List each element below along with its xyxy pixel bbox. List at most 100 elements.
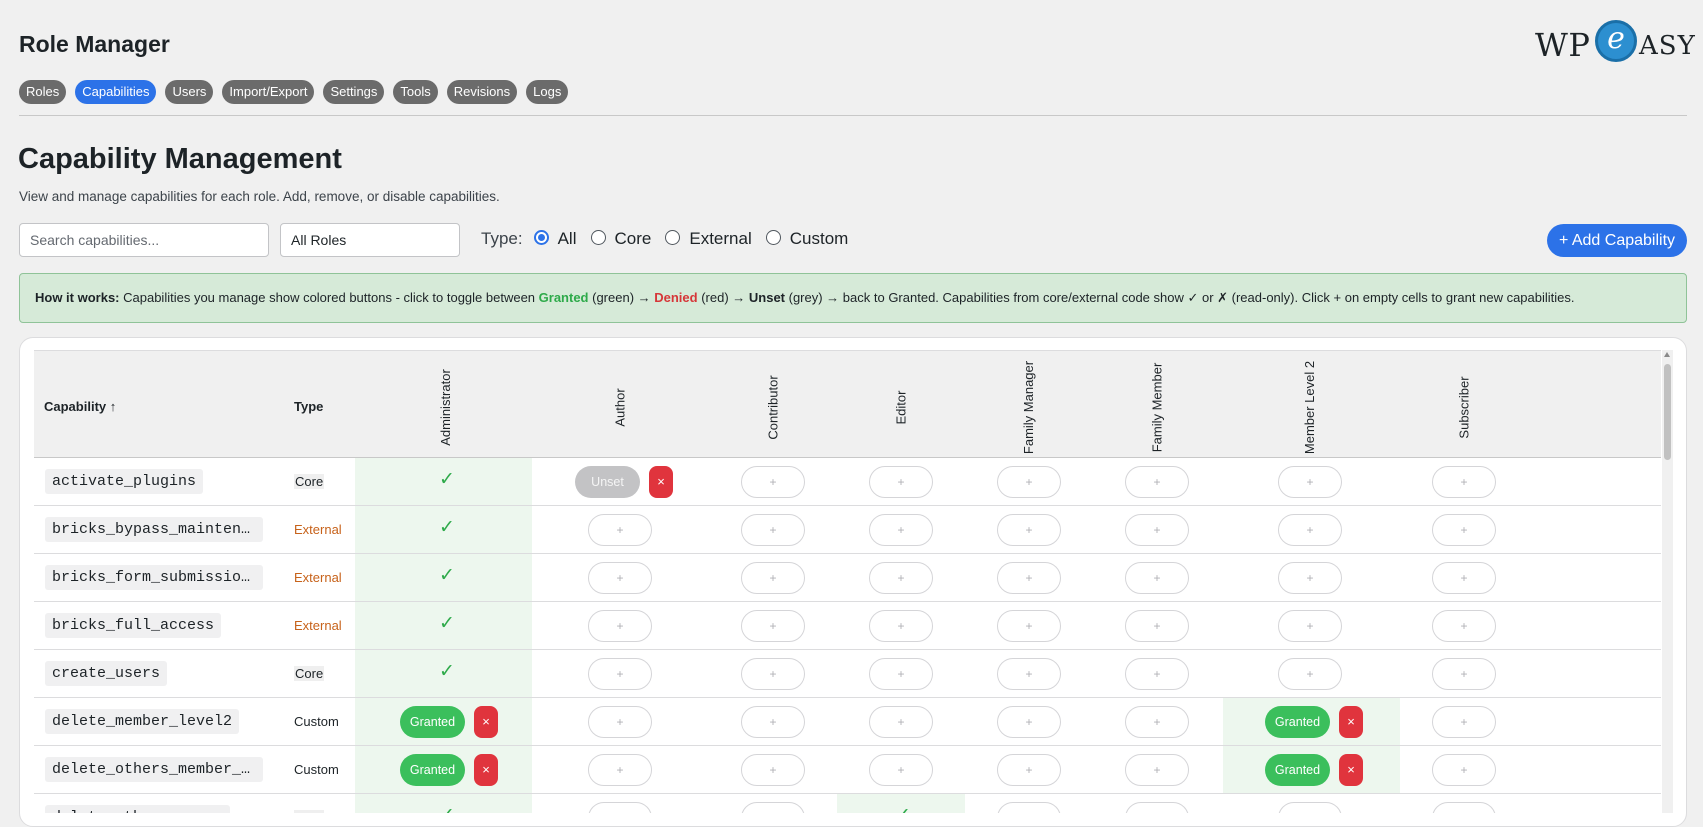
grant-family-manager-button[interactable]: + xyxy=(997,514,1061,546)
grant-subscriber-button[interactable]: + xyxy=(1432,514,1496,546)
grant-member-level-2-button[interactable]: + xyxy=(1278,610,1342,642)
type-option-all[interactable]: All xyxy=(533,229,577,249)
grant-contributor-button[interactable]: + xyxy=(741,706,805,738)
grant-contributor-button[interactable]: + xyxy=(741,658,805,690)
info-text-4: (grey) → back to Granted. Capabilities f… xyxy=(785,290,1575,305)
table-row: delete_others_member_lev… Custom Granted × +… xyxy=(34,746,1661,794)
granted-toggle-button[interactable]: Granted xyxy=(400,754,465,786)
granted-toggle-button[interactable]: Granted xyxy=(1265,754,1330,786)
grant-family-manager-button[interactable]: + xyxy=(997,658,1061,690)
grant-contributor-button[interactable]: + xyxy=(741,610,805,642)
grant-author-button[interactable]: + xyxy=(588,754,652,786)
grant-family-manager-button[interactable]: + xyxy=(997,466,1061,498)
grant-author-button[interactable]: + xyxy=(588,562,652,594)
table-scrollbar[interactable] xyxy=(1662,350,1673,813)
header-divider xyxy=(19,115,1687,116)
grant-author-button[interactable]: + xyxy=(588,514,652,546)
column-header-subscriber: Subscriber xyxy=(1454,359,1474,455)
grant-author-button[interactable]: + xyxy=(588,610,652,642)
grant-contributor-button[interactable]: + xyxy=(741,466,805,498)
grant-subscriber-button[interactable]: + xyxy=(1432,610,1496,642)
grant-family-manager-button[interactable]: + xyxy=(997,706,1061,738)
grant-contributor-button[interactable]: + xyxy=(741,562,805,594)
capability-type: External xyxy=(294,618,342,633)
tab-capabilities[interactable]: Capabilities xyxy=(75,80,157,104)
scroll-up-arrow-icon[interactable] xyxy=(1664,352,1670,357)
grant-editor-button[interactable]: + xyxy=(869,706,933,738)
remove-capability-x-icon[interactable]: × xyxy=(649,466,673,498)
radio-custom[interactable] xyxy=(765,229,781,245)
grant-subscriber-button[interactable]: + xyxy=(1432,706,1496,738)
tab-logs[interactable]: Logs xyxy=(526,80,569,104)
type-option-custom[interactable]: Custom xyxy=(765,229,848,249)
grant-family-manager-button[interactable]: + xyxy=(997,754,1061,786)
logo-text-left: WP xyxy=(1535,26,1591,64)
grant-subscriber-button[interactable]: + xyxy=(1432,658,1496,690)
role-filter-select[interactable]: All Roles xyxy=(280,223,460,257)
grant-member-level-2-button[interactable]: + xyxy=(1278,514,1342,546)
remove-capability-x-icon[interactable]: × xyxy=(474,754,498,786)
scrollbar-thumb[interactable] xyxy=(1664,364,1671,460)
grant-family-member-button[interactable]: + xyxy=(1125,514,1189,546)
grant-family-member-button[interactable]: + xyxy=(1125,706,1189,738)
role-name: Contributor xyxy=(765,374,781,440)
granted-toggle-button[interactable]: Granted xyxy=(1265,706,1330,738)
grant-contributor-button[interactable]: + xyxy=(741,802,805,813)
remove-capability-x-icon[interactable]: × xyxy=(474,706,498,738)
tab-revisions[interactable]: Revisions xyxy=(446,80,518,104)
grant-family-member-button[interactable]: + xyxy=(1125,754,1189,786)
grant-editor-button[interactable]: + xyxy=(869,466,933,498)
tab-tools[interactable]: Tools xyxy=(393,80,438,104)
type-option-external[interactable]: External xyxy=(665,229,752,249)
grant-editor-button[interactable]: + xyxy=(869,658,933,690)
grant-family-manager-button[interactable]: + xyxy=(997,802,1061,813)
capability-name: create_users xyxy=(45,661,168,686)
grant-subscriber-button[interactable]: + xyxy=(1432,466,1496,498)
grant-member-level-2-button[interactable]: + xyxy=(1278,658,1342,690)
grant-author-button[interactable]: + xyxy=(588,658,652,690)
grant-contributor-button[interactable]: + xyxy=(741,754,805,786)
tab-import-export[interactable]: Import/Export xyxy=(222,80,315,104)
search-capabilities-input[interactable] xyxy=(19,223,269,257)
granted-toggle-button[interactable]: Granted xyxy=(400,706,465,738)
grant-member-level-2-button[interactable]: + xyxy=(1278,802,1342,813)
tab-users[interactable]: Users xyxy=(165,80,214,104)
radio-external[interactable] xyxy=(665,229,681,245)
grant-editor-button[interactable]: + xyxy=(869,514,933,546)
add-capability-button[interactable]: + Add Capability xyxy=(1547,224,1687,257)
grant-subscriber-button[interactable]: + xyxy=(1432,802,1496,813)
grant-editor-button[interactable]: + xyxy=(869,610,933,642)
column-header-family-member: Family Member xyxy=(1147,359,1167,455)
remove-capability-x-icon[interactable]: × xyxy=(1339,706,1363,738)
grant-member-level-2-button[interactable]: + xyxy=(1278,562,1342,594)
tab-settings[interactable]: Settings xyxy=(323,80,385,104)
column-header-capability[interactable]: Capability ↑ xyxy=(44,399,116,414)
info-unset: Unset xyxy=(748,290,786,305)
grant-author-button[interactable]: + xyxy=(588,706,652,738)
info-text-1: Capabilities you manage show colored but… xyxy=(119,290,539,305)
grant-family-manager-button[interactable]: + xyxy=(997,562,1061,594)
radio-all[interactable] xyxy=(533,229,549,245)
grant-editor-button[interactable]: + xyxy=(869,754,933,786)
tab-roles[interactable]: Roles xyxy=(19,80,67,104)
grant-subscriber-button[interactable]: + xyxy=(1432,754,1496,786)
remove-capability-x-icon[interactable]: × xyxy=(1339,754,1363,786)
check-icon: ✓ xyxy=(439,613,455,634)
grant-member-level-2-button[interactable]: + xyxy=(1278,466,1342,498)
grant-family-manager-button[interactable]: + xyxy=(997,610,1061,642)
capability-type-badge: External xyxy=(294,570,342,585)
grant-family-member-button[interactable]: + xyxy=(1125,562,1189,594)
column-header-type: Type xyxy=(294,399,324,414)
radio-core[interactable] xyxy=(590,229,606,245)
grant-family-member-button[interactable]: + xyxy=(1125,802,1189,813)
type-option-core[interactable]: Core xyxy=(590,229,651,249)
grant-family-member-button[interactable]: + xyxy=(1125,610,1189,642)
info-text-2: (green) → xyxy=(588,290,655,305)
unset-toggle-button[interactable]: Unset xyxy=(575,466,640,498)
grant-contributor-button[interactable]: + xyxy=(741,514,805,546)
grant-author-button[interactable]: + xyxy=(588,802,652,813)
grant-editor-button[interactable]: + xyxy=(869,562,933,594)
grant-subscriber-button[interactable]: + xyxy=(1432,562,1496,594)
grant-family-member-button[interactable]: + xyxy=(1125,658,1189,690)
grant-family-member-button[interactable]: + xyxy=(1125,466,1189,498)
